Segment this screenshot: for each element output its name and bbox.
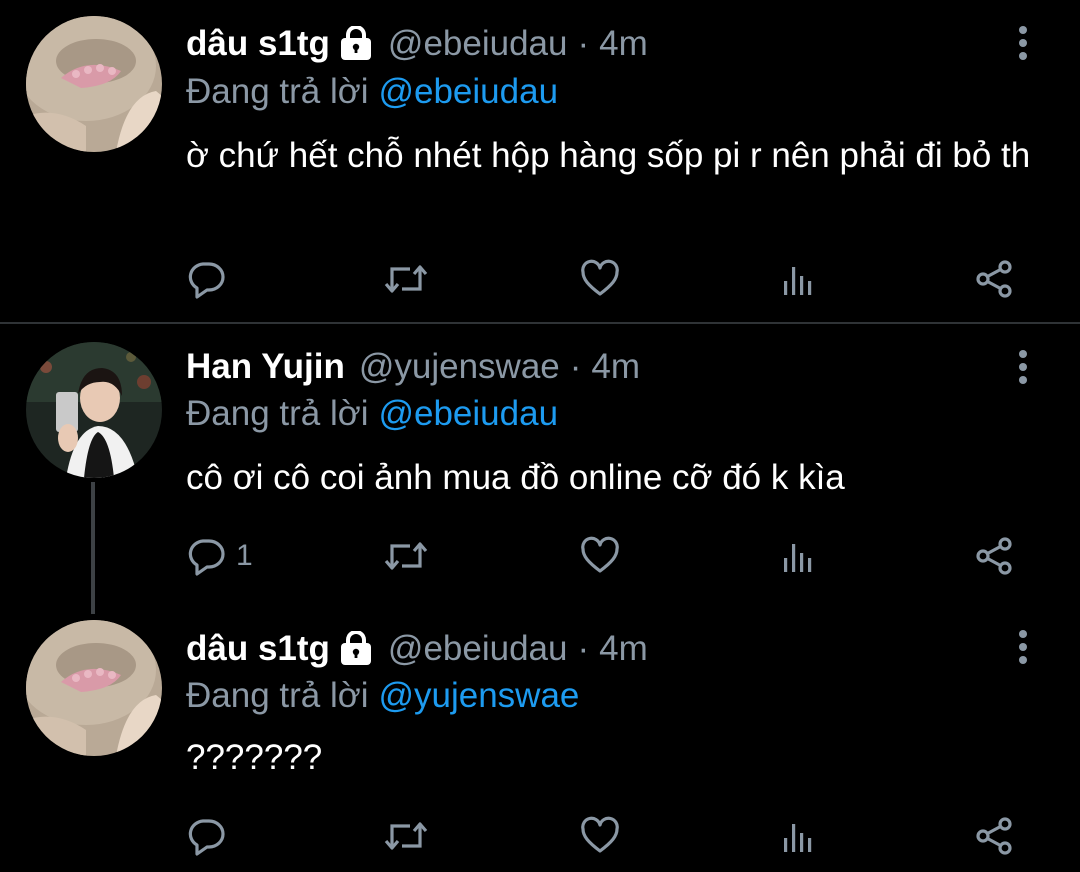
like-button[interactable] xyxy=(580,257,620,301)
avatar[interactable] xyxy=(26,342,162,478)
share-button[interactable] xyxy=(974,257,1016,301)
more-vertical-icon[interactable] xyxy=(1008,348,1038,388)
share-icon xyxy=(974,259,1016,299)
mention-link[interactable]: @ebeiudau xyxy=(378,72,558,112)
display-name[interactable]: dâu s1tg xyxy=(186,24,330,64)
share-icon xyxy=(974,536,1016,576)
reply-button[interactable] xyxy=(186,814,236,858)
tweet-actions xyxy=(0,257,1080,301)
share-icon xyxy=(974,816,1016,856)
tweet-header: dâu s1tg @ebeiudau · 4m xyxy=(186,21,648,67)
lock-icon xyxy=(338,630,374,667)
lock-icon xyxy=(338,25,374,62)
handle[interactable]: @ebeiudau xyxy=(388,629,568,669)
reply-icon xyxy=(186,259,226,299)
timestamp[interactable]: 4m xyxy=(599,24,648,64)
avatar[interactable] xyxy=(26,16,162,152)
analytics-button[interactable] xyxy=(778,814,818,858)
like-button[interactable] xyxy=(580,534,620,578)
analytics-button[interactable] xyxy=(778,534,818,578)
separator-dot: · xyxy=(577,24,590,63)
retweet-icon xyxy=(384,816,428,856)
retweet-icon xyxy=(384,536,428,576)
like-button[interactable] xyxy=(580,814,620,858)
timestamp[interactable]: 4m xyxy=(599,629,648,669)
display-name[interactable]: Han Yujin xyxy=(186,347,345,387)
more-vertical-icon[interactable] xyxy=(1008,628,1038,668)
replying-to: Đang trả lời @ebeiudau xyxy=(186,392,558,436)
analytics-icon xyxy=(778,536,818,576)
tweet-text: cô ơi cô coi ảnh mua đồ online cỡ đó k k… xyxy=(186,458,845,497)
separator-dot: · xyxy=(569,347,582,386)
reply-button[interactable]: 1 xyxy=(186,534,253,578)
analytics-icon xyxy=(778,816,818,856)
tweet-text: ờ chứ hết chỗ nhét hộp hàng sốp pi r nên… xyxy=(186,136,1031,175)
retweet-icon xyxy=(384,259,428,299)
reply-icon xyxy=(186,536,226,576)
like-icon xyxy=(580,536,620,576)
separator-dot: · xyxy=(577,629,590,668)
reply-count: 1 xyxy=(236,539,253,572)
reply-icon xyxy=(186,816,226,856)
replying-to-label: Đang trả lời xyxy=(186,72,369,111)
analytics-icon xyxy=(778,259,818,299)
mention-link[interactable]: @ebeiudau xyxy=(378,394,558,434)
replying-to: Đang trả lời @ebeiudau xyxy=(186,70,558,114)
share-button[interactable] xyxy=(974,534,1016,578)
timestamp[interactable]: 4m xyxy=(591,347,640,387)
tweet-actions: 1 xyxy=(0,534,1080,578)
avatar[interactable] xyxy=(26,620,162,756)
display-name[interactable]: dâu s1tg xyxy=(186,629,330,669)
tweet[interactable]: dâu s1tg @ebeiudau · 4m Đang trả lời @eb… xyxy=(0,0,1080,322)
tweet-text: ??????? xyxy=(186,738,323,777)
more-vertical-icon[interactable] xyxy=(1008,24,1038,64)
reply-button[interactable] xyxy=(186,257,236,301)
handle[interactable]: @yujenswae xyxy=(359,347,560,387)
mention-link[interactable]: @yujenswae xyxy=(378,676,579,716)
retweet-button[interactable] xyxy=(384,534,428,578)
tweet[interactable]: dâu s1tg @ebeiudau · 4m Đang trả lời @yu… xyxy=(0,614,1080,872)
tweet-header: Han Yujin @yujenswae · 4m xyxy=(186,344,640,390)
retweet-button[interactable] xyxy=(384,257,428,301)
share-button[interactable] xyxy=(974,814,1016,858)
tweet[interactable]: Han Yujin @yujenswae · 4m Đang trả lời @… xyxy=(0,324,1080,614)
analytics-button[interactable] xyxy=(778,257,818,301)
replying-to-label: Đang trả lời xyxy=(186,394,369,433)
replying-to: Đang trả lời @yujenswae xyxy=(186,674,579,718)
like-icon xyxy=(580,259,620,299)
like-icon xyxy=(580,816,620,856)
replying-to-label: Đang trả lời xyxy=(186,676,369,715)
retweet-button[interactable] xyxy=(384,814,428,858)
handle[interactable]: @ebeiudau xyxy=(388,24,568,64)
tweet-header: dâu s1tg @ebeiudau · 4m xyxy=(186,626,648,672)
tweet-actions xyxy=(0,814,1080,858)
